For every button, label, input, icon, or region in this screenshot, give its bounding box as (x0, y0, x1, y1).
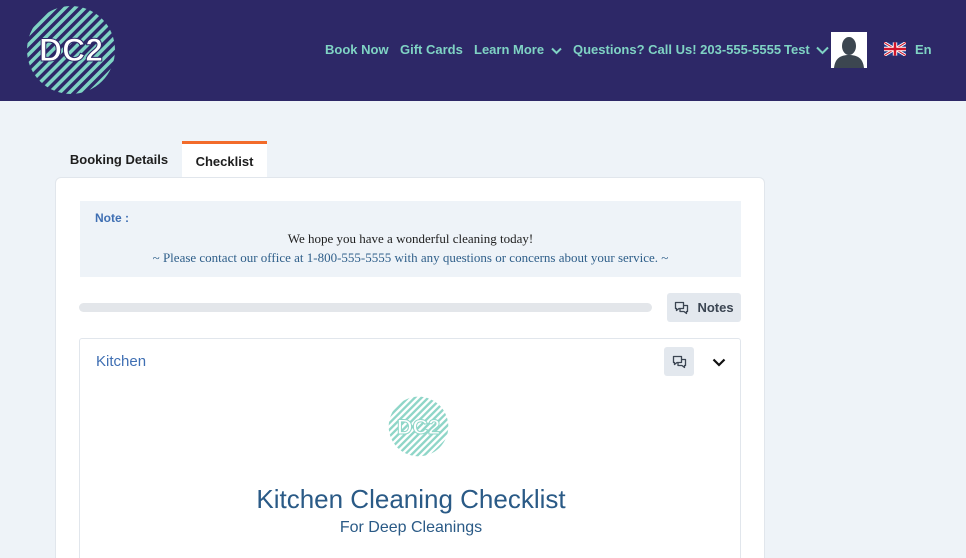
progress-bar (79, 303, 652, 312)
chevron-down-icon (550, 47, 562, 54)
svg-text:DC2: DC2 (39, 32, 103, 68)
note-contact-message: ~ Please contact our office at 1-800-555… (152, 250, 669, 265)
nav-learn-more[interactable]: Learn More (474, 42, 562, 57)
user-silhouette-icon (831, 32, 867, 68)
nav-book-now[interactable]: Book Now (325, 42, 389, 57)
chevron-down-icon (816, 46, 830, 55)
notes-button[interactable]: Notes (667, 293, 741, 322)
user-menu-label: Test (784, 42, 810, 57)
dc2-logo[interactable]: DC2 (26, 5, 116, 95)
dc2-logo: DC2 (388, 396, 449, 457)
nav-gift-cards[interactable]: Gift Cards (400, 42, 463, 57)
avatar[interactable] (831, 32, 867, 68)
chat-icon (675, 301, 689, 314)
section-title[interactable]: Kitchen (96, 353, 146, 370)
note-box: Note : We hope you have a wonderful clea… (80, 201, 741, 277)
note-label: Note : (95, 211, 129, 225)
nav-learn-more-label: Learn More (474, 42, 545, 57)
note-message: We hope you have a wonderful cleaning to… (287, 231, 534, 246)
notes-button-label: Notes (697, 300, 734, 315)
checklist-title: Kitchen Cleaning Checklist (256, 484, 566, 514)
tab-checklist[interactable]: Checklist (182, 141, 267, 178)
tab-booking-details[interactable]: Booking Details (63, 141, 175, 178)
language-selector[interactable]: En (915, 42, 932, 57)
svg-text:DC2: DC2 (397, 414, 440, 439)
chat-icon (672, 355, 686, 368)
nav-phone-link[interactable]: Questions? Call Us! 203-555-5555 (573, 42, 781, 57)
checklist-section-kitchen: Kitchen DC2 Kitchen Cleaning Checklist F… (79, 338, 741, 558)
section-collapse-button[interactable] (710, 353, 728, 371)
chevron-down-icon (712, 358, 726, 367)
uk-flag-icon[interactable] (884, 42, 906, 56)
top-navbar: DC2 Book Now Gift Cards Learn More Quest… (0, 0, 966, 101)
user-menu[interactable]: Test (784, 42, 830, 57)
checklist-subtitle: For Deep Cleanings (339, 519, 483, 536)
section-comment-button[interactable] (664, 347, 694, 376)
